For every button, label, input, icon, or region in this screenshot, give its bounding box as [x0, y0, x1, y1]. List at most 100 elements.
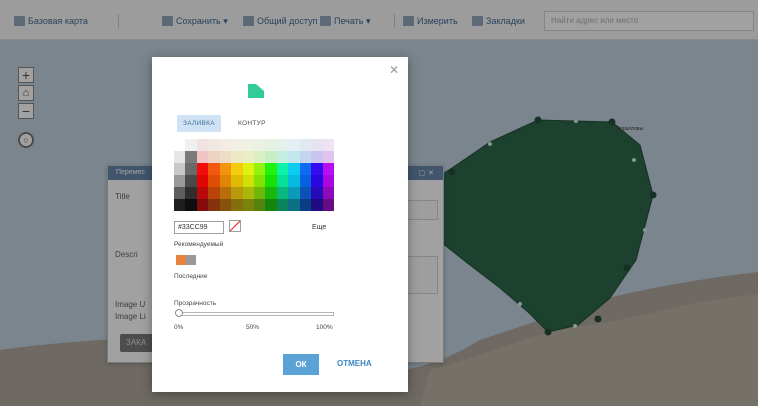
transparency-slider-track[interactable]: [178, 312, 334, 316]
palette-swatch[interactable]: [288, 187, 300, 199]
palette-swatch[interactable]: [208, 175, 220, 187]
palette-swatch[interactable]: [322, 199, 334, 211]
palette-swatch[interactable]: [185, 163, 197, 175]
palette-swatch[interactable]: [219, 199, 232, 211]
palette-swatch[interactable]: [265, 151, 277, 163]
palette-swatch[interactable]: [254, 139, 266, 151]
palette-swatch[interactable]: [299, 163, 312, 175]
palette-swatch[interactable]: [231, 187, 243, 199]
palette-swatch[interactable]: [219, 175, 232, 187]
palette-swatch[interactable]: [185, 187, 197, 199]
symbol-preview-icon: [248, 84, 264, 98]
palette-swatch[interactable]: [254, 187, 266, 199]
palette-swatch[interactable]: [196, 139, 209, 151]
palette-swatch[interactable]: [311, 187, 323, 199]
palette-swatch[interactable]: [265, 139, 277, 151]
slider-mark-mid: 50%: [246, 324, 260, 331]
palette-swatch[interactable]: [242, 163, 254, 175]
palette-swatch[interactable]: [299, 187, 312, 199]
palette-swatch[interactable]: [231, 139, 243, 151]
palette-swatch[interactable]: [174, 151, 186, 163]
palette-swatch[interactable]: [185, 151, 197, 163]
palette-swatch[interactable]: [265, 199, 277, 211]
palette-swatch[interactable]: [242, 187, 254, 199]
palette-swatch[interactable]: [322, 175, 334, 187]
palette-swatch[interactable]: [219, 151, 232, 163]
transparency-slider-handle[interactable]: [175, 309, 183, 317]
palette-swatch[interactable]: [196, 151, 209, 163]
ok-button[interactable]: ОК: [283, 354, 319, 375]
palette-swatch[interactable]: [265, 163, 277, 175]
tab-outline[interactable]: КОНТУР: [232, 115, 272, 132]
palette-swatch[interactable]: [196, 175, 209, 187]
palette-swatch[interactable]: [208, 199, 220, 211]
palette-swatch[interactable]: [311, 175, 323, 187]
palette-swatch[interactable]: [185, 199, 197, 211]
palette-swatch[interactable]: [208, 139, 220, 151]
palette-swatch[interactable]: [196, 199, 209, 211]
palette-swatch[interactable]: [288, 139, 300, 151]
palette-swatch[interactable]: [208, 187, 220, 199]
palette-swatch[interactable]: [276, 175, 289, 187]
palette-swatch[interactable]: [208, 163, 220, 175]
palette-swatch[interactable]: [322, 163, 334, 175]
palette-swatch[interactable]: [299, 199, 312, 211]
palette-swatch[interactable]: [276, 151, 289, 163]
palette-swatch[interactable]: [288, 151, 300, 163]
palette-swatch[interactable]: [242, 175, 254, 187]
color-picker-dialog: ✕ ЗАЛИВКА КОНТУР #33CC99 Еще Рекомендуем…: [152, 57, 408, 392]
palette-swatch[interactable]: [219, 139, 232, 151]
palette-swatch[interactable]: [254, 175, 266, 187]
palette-swatch[interactable]: [231, 175, 243, 187]
palette-swatch[interactable]: [208, 151, 220, 163]
palette-swatch[interactable]: [311, 139, 323, 151]
palette-swatch[interactable]: [196, 163, 209, 175]
palette-swatch[interactable]: [231, 163, 243, 175]
palette-swatch[interactable]: [196, 187, 209, 199]
palette-swatch[interactable]: [322, 139, 334, 151]
recommended-swatch-orange[interactable]: [176, 255, 186, 265]
palette-swatch[interactable]: [299, 175, 312, 187]
palette-swatch[interactable]: [288, 163, 300, 175]
palette-swatch[interactable]: [219, 163, 232, 175]
palette-swatch[interactable]: [242, 139, 254, 151]
cancel-button[interactable]: ОТМЕНА: [337, 359, 372, 368]
palette-swatch[interactable]: [174, 163, 186, 175]
no-color-icon[interactable]: [229, 220, 241, 232]
palette-swatch[interactable]: [254, 151, 266, 163]
palette-swatch[interactable]: [311, 163, 323, 175]
palette-swatch[interactable]: [242, 199, 254, 211]
palette-swatch[interactable]: [231, 199, 243, 211]
palette-swatch[interactable]: [322, 151, 334, 163]
palette-swatch[interactable]: [276, 163, 289, 175]
hex-color-input[interactable]: #33CC99: [174, 221, 224, 234]
palette-swatch[interactable]: [311, 151, 323, 163]
palette-swatch[interactable]: [276, 139, 289, 151]
palette-swatch[interactable]: [231, 151, 243, 163]
palette-swatch[interactable]: [185, 175, 197, 187]
palette-swatch[interactable]: [265, 175, 277, 187]
palette-swatch[interactable]: [254, 163, 266, 175]
palette-swatch[interactable]: [254, 199, 266, 211]
palette-swatch[interactable]: [174, 139, 186, 151]
palette-swatch[interactable]: [219, 187, 232, 199]
palette-swatch[interactable]: [288, 199, 300, 211]
close-icon[interactable]: ✕: [389, 63, 399, 77]
palette-swatch[interactable]: [311, 199, 323, 211]
palette-swatch[interactable]: [174, 187, 186, 199]
palette-swatch[interactable]: [174, 199, 186, 211]
palette-swatch[interactable]: [288, 175, 300, 187]
recommended-swatch-gray[interactable]: [186, 255, 196, 265]
palette-swatch[interactable]: [276, 199, 289, 211]
palette-swatch[interactable]: [299, 139, 312, 151]
palette-swatch[interactable]: [299, 151, 312, 163]
more-colors-link[interactable]: Еще: [312, 224, 326, 231]
palette-swatch[interactable]: [265, 187, 277, 199]
tab-fill[interactable]: ЗАЛИВКА: [177, 115, 221, 132]
palette-swatch[interactable]: [242, 151, 254, 163]
palette-swatch[interactable]: [185, 139, 197, 151]
palette-swatch[interactable]: [322, 187, 334, 199]
palette-swatch[interactable]: [174, 175, 186, 187]
palette-swatch[interactable]: [276, 187, 289, 199]
color-palette[interactable]: [174, 139, 334, 211]
